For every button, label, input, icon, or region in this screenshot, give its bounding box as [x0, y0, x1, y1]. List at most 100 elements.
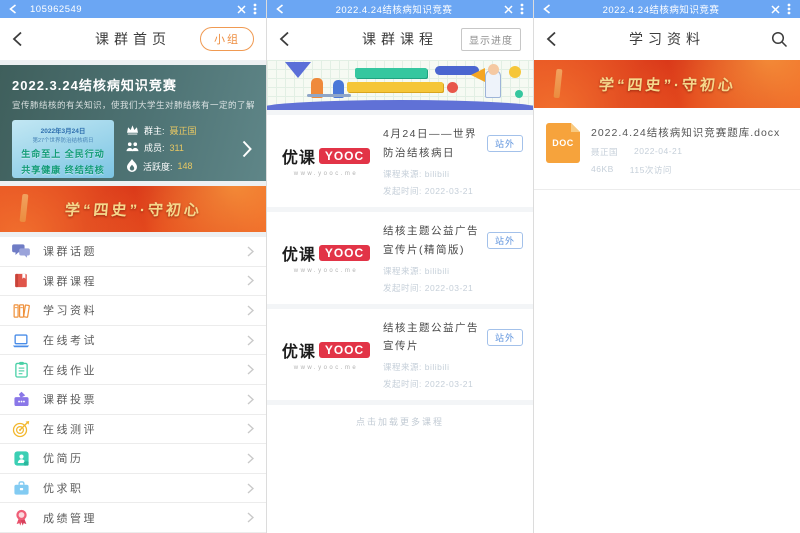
- owner-name: 聂正国: [170, 124, 197, 137]
- group-banner[interactable]: 2022.3.24结核病知识竞赛 宣传肺结核的有关知识，使我们大学生对肺结核有一…: [0, 65, 266, 181]
- course-card[interactable]: 优课YOOC www.yooc.me 4月24日——世界防治结核病日 站外 课程…: [267, 115, 533, 207]
- yooc-logo-en: YOOC: [319, 148, 370, 164]
- cover-slogan-2: 共享健康 终结结核: [16, 163, 110, 176]
- load-more-button[interactable]: 点击加载更多课程: [267, 405, 533, 441]
- chevron-right-icon: [247, 246, 254, 257]
- course-card[interactable]: 优课YOOC www.yooc.me 结核主题公益广告宣传片 站外 课程来源: …: [267, 309, 533, 401]
- back-chevron-icon[interactable]: [12, 31, 23, 47]
- decor-dot: [447, 82, 458, 93]
- decor-doctor-head: [488, 64, 499, 75]
- show-progress-button[interactable]: 显示进度: [461, 28, 521, 51]
- file-list-item[interactable]: DOC 2022.4.24结核病知识竞赛题库.docx 聂正国 2022-04-…: [534, 108, 800, 190]
- chevron-right-icon: [247, 483, 254, 494]
- cover-subtitle: 第27个世界防治结核病日: [16, 136, 110, 144]
- app-header: 课群首页 小组: [0, 18, 266, 60]
- back-icon[interactable]: [276, 4, 284, 14]
- course-source: bilibili: [425, 169, 450, 179]
- ad-banner-four-history[interactable]: 学“四史”·守初心: [0, 186, 266, 232]
- more-options-icon[interactable]: [253, 3, 257, 15]
- course-source-label: 课程来源:: [383, 266, 422, 276]
- laptop-icon: [12, 331, 30, 349]
- menu-item-resume[interactable]: 优简历: [0, 444, 266, 474]
- banner-chevron-right-icon[interactable]: [242, 140, 254, 158]
- app-header: 课群课程 显示进度: [267, 18, 533, 60]
- more-options-icon[interactable]: [520, 3, 524, 15]
- menu-item-job-search[interactable]: 优求职: [0, 474, 266, 504]
- yooc-logo: 优课YOOC www.yooc.me: [277, 326, 375, 382]
- menu-label: 课群话题: [43, 243, 97, 259]
- crown-icon: [126, 124, 139, 137]
- chevron-right-icon: [247, 364, 254, 375]
- menu-item-online-exam[interactable]: 在线考试: [0, 326, 266, 356]
- course-time: 2022-03-21: [425, 283, 473, 293]
- decor-badge: [347, 82, 443, 92]
- cover-slogan-1: 生命至上 全民行动: [16, 147, 110, 160]
- more-options-icon[interactable]: [787, 3, 791, 15]
- back-icon[interactable]: [543, 4, 551, 14]
- group-button[interactable]: 小组: [200, 27, 254, 51]
- panel-materials: 2022.4.24结核病知识竞赛 学习资料 学“四史”·守初心 DOC 2022…: [534, 0, 800, 533]
- course-list: 优课YOOC www.yooc.me 4月24日——世界防治结核病日 站外 课程…: [267, 110, 533, 441]
- back-chevron-icon[interactable]: [279, 31, 290, 47]
- yooc-logo-url: www.yooc.me: [294, 171, 359, 177]
- yooc-logo-cn: 优课: [282, 241, 316, 265]
- back-chevron-icon[interactable]: [546, 31, 557, 47]
- id-card-icon: [12, 449, 30, 467]
- course-time: 2022-03-21: [425, 186, 473, 196]
- menu-item-topics[interactable]: 课群话题: [0, 237, 266, 267]
- members-label: 成员:: [144, 141, 165, 154]
- back-icon[interactable]: [9, 4, 17, 14]
- search-icon[interactable]: [771, 31, 788, 48]
- yooc-logo-url: www.yooc.me: [294, 365, 359, 371]
- menu-item-voting[interactable]: 课群投票: [0, 385, 266, 415]
- yooc-logo: 优课YOOC www.yooc.me: [277, 133, 375, 189]
- course-time: 2022-03-21: [425, 379, 473, 389]
- ad-banner-four-history[interactable]: 学“四史”·守初心: [534, 60, 800, 108]
- menu-label: 课群课程: [43, 273, 97, 289]
- course-source: bilibili: [425, 266, 450, 276]
- yooc-logo-en: YOOC: [319, 245, 370, 261]
- members-count: 311: [170, 143, 184, 153]
- page-title: 课群课程: [317, 29, 483, 49]
- file-date: 2022-04-21: [634, 146, 682, 158]
- external-badge: 站外: [487, 135, 523, 152]
- menu-item-online-homework[interactable]: 在线作业: [0, 355, 266, 385]
- close-icon[interactable]: [237, 5, 246, 14]
- promo-banner-illustration[interactable]: [267, 60, 533, 110]
- statusbar-title: 2022.4.24结核病知识竞赛: [291, 2, 497, 16]
- menu-item-grades[interactable]: 成绩管理: [0, 503, 266, 533]
- course-time-label: 发起时间:: [383, 283, 422, 293]
- app-header: 学习资料: [534, 18, 800, 60]
- file-owner: 聂正国: [591, 146, 618, 158]
- ad-banner-text: 学“四史”·守初心: [64, 199, 203, 220]
- menu-label: 课群投票: [43, 391, 97, 407]
- menu-item-assessment[interactable]: 在线测评: [0, 415, 266, 445]
- decor-badge: [355, 68, 427, 78]
- course-source: bilibili: [425, 362, 450, 372]
- activity-label: 活跃度:: [143, 160, 173, 173]
- chevron-right-icon: [247, 335, 254, 346]
- decor-desk: [307, 94, 351, 97]
- yooc-logo-cn: 优课: [282, 144, 316, 168]
- course-card[interactable]: 优课YOOC www.yooc.me 结核主题公益广告宣传片(精简版) 站外 课…: [267, 212, 533, 304]
- chevron-right-icon: [247, 423, 254, 434]
- chevron-right-icon: [247, 305, 254, 316]
- menu-label: 优求职: [43, 480, 84, 496]
- file-name: 2022.4.24结核病知识竞赛题库.docx: [591, 125, 788, 140]
- panel-courses: 2022.4.24结核病知识竞赛 课群课程 显示进度 优课YOOC www.yo…: [267, 0, 533, 533]
- course-time-label: 发起时间:: [383, 379, 422, 389]
- briefcase-icon: [12, 479, 30, 497]
- statusbar: 2022.4.24结核病知识竞赛: [267, 0, 533, 18]
- statusbar-title: 2022.4.24结核病知识竞赛: [558, 2, 764, 16]
- book-icon: [12, 272, 30, 290]
- menu-item-materials[interactable]: 学习资料: [0, 296, 266, 326]
- doc-file-type: DOC: [552, 138, 574, 148]
- course-title: 结核主题公益广告宣传片(精简版): [383, 222, 482, 260]
- file-visits: 115次访问: [630, 164, 672, 176]
- menu-item-courses[interactable]: 课群课程: [0, 267, 266, 297]
- decor-triangle: [285, 62, 311, 78]
- close-icon[interactable]: [771, 5, 780, 14]
- close-icon[interactable]: [504, 5, 513, 14]
- chevron-right-icon: [247, 275, 254, 286]
- home-menu: 课群话题 课群课程 学习资料 在线考试 在线作业 课群投票: [0, 237, 266, 533]
